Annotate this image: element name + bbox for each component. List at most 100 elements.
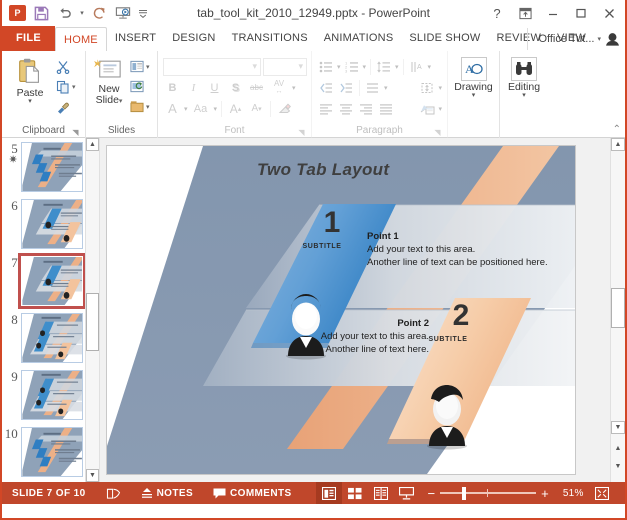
- zoom-slider[interactable]: [440, 487, 537, 500]
- text-shadow-button[interactable]: S: [226, 79, 245, 97]
- paste-button[interactable]: Paste ▾: [7, 55, 53, 105]
- increase-font-size-button[interactable]: A ▴: [226, 100, 245, 118]
- slide-thumbnail-8[interactable]: [20, 313, 83, 363]
- convert-to-smartart-button[interactable]: [418, 100, 436, 118]
- change-case-dropdown-icon[interactable]: ▾: [214, 105, 218, 113]
- line-spacing-dropdown-icon[interactable]: ▾: [395, 63, 399, 71]
- editing-dropdown-icon[interactable]: ▾: [522, 92, 526, 99]
- language-icon[interactable]: [96, 482, 131, 504]
- next-slide-icon[interactable]: ▼: [611, 459, 625, 474]
- copy-button[interactable]: ▾: [53, 77, 78, 96]
- section-dropdown-icon[interactable]: ▾: [146, 103, 150, 111]
- center-button[interactable]: [337, 100, 355, 118]
- slide-indicator[interactable]: SLIDE 7 OF 10: [2, 482, 96, 504]
- minimize-icon[interactable]: [539, 2, 567, 24]
- drawing-button[interactable]: A Drawing ▾: [453, 55, 494, 99]
- numbering-button[interactable]: 123: [343, 58, 361, 76]
- columns-dropdown-icon[interactable]: ▾: [384, 84, 388, 92]
- change-case-button[interactable]: Aa: [190, 100, 212, 118]
- clear-formatting-button[interactable]: [275, 100, 294, 118]
- align-text-dropdown-icon[interactable]: ▾: [438, 84, 442, 92]
- slide-sorter-button[interactable]: [342, 482, 368, 504]
- scroll-down-icon[interactable]: ▼: [611, 421, 625, 434]
- zoom-slider-handle[interactable]: [462, 487, 467, 500]
- zoom-in-button[interactable]: +: [541, 486, 549, 501]
- font-color-dropdown-icon[interactable]: ▾: [184, 105, 188, 113]
- collapse-ribbon-button[interactable]: ⌃: [613, 124, 621, 135]
- bold-button[interactable]: B: [163, 79, 182, 97]
- font-dialog-launcher[interactable]: ◥: [297, 128, 306, 137]
- tab-home[interactable]: HOME: [55, 27, 107, 52]
- format-painter-button[interactable]: [53, 97, 78, 116]
- slide-editing-surface[interactable]: Two Tab Layout 1 SUBTITLE 2 SUBTITLE Poi…: [106, 145, 576, 475]
- font-name-input[interactable]: ▾: [163, 57, 261, 76]
- strikethrough-button[interactable]: abc: [247, 79, 266, 97]
- slide-thumbnail-5[interactable]: [20, 142, 83, 192]
- slide-thumbnail-6[interactable]: [20, 199, 83, 249]
- scroll-thumb[interactable]: [611, 288, 625, 328]
- character-spacing-dropdown-icon[interactable]: ▾: [292, 84, 296, 92]
- clipboard-dialog-launcher[interactable]: ◥: [71, 128, 80, 137]
- editing-button[interactable]: Editing ▾: [505, 55, 543, 99]
- columns-button[interactable]: [364, 79, 382, 97]
- layout-dropdown-icon[interactable]: ▾: [146, 63, 150, 71]
- undo-dropdown-icon[interactable]: ▾: [78, 3, 86, 23]
- tab-file[interactable]: FILE: [2, 26, 56, 51]
- thumbnails-scroll-down-icon[interactable]: ▼: [86, 469, 99, 482]
- save-icon[interactable]: [30, 3, 52, 23]
- tab-slide-show[interactable]: SLIDE SHOW: [401, 26, 488, 51]
- tab-design[interactable]: DESIGN: [164, 26, 223, 51]
- new-slide-button[interactable]: New Slide▾: [91, 55, 127, 107]
- thumbnails-scrollbar[interactable]: ▲ ▼: [85, 138, 99, 482]
- italic-button[interactable]: I: [184, 79, 203, 97]
- bullets-dropdown-icon[interactable]: ▾: [337, 63, 341, 71]
- layout-button[interactable]: ▾: [127, 57, 152, 76]
- character-spacing-button[interactable]: AV ↔: [268, 79, 290, 97]
- drawing-dropdown-icon[interactable]: ▾: [472, 92, 476, 99]
- cut-button[interactable]: [53, 57, 78, 76]
- copy-dropdown-icon[interactable]: ▾: [72, 83, 76, 91]
- comments-button[interactable]: COMMENTS: [203, 482, 302, 504]
- slide-thumbnail-9[interactable]: [20, 370, 83, 420]
- reading-view-button[interactable]: [368, 482, 394, 504]
- numbering-dropdown-icon[interactable]: ▾: [363, 63, 367, 71]
- decrease-indent-button[interactable]: [317, 79, 335, 97]
- increase-indent-button[interactable]: [337, 79, 355, 97]
- undo-icon[interactable]: [54, 3, 76, 23]
- text-direction-dropdown-icon[interactable]: ▾: [428, 63, 432, 71]
- customize-qat-icon[interactable]: [136, 3, 150, 23]
- tab-insert[interactable]: INSERT: [107, 26, 164, 51]
- previous-slide-icon[interactable]: ▲: [611, 441, 625, 456]
- paragraph-dialog-launcher[interactable]: ◥: [433, 128, 442, 137]
- align-left-button[interactable]: [317, 100, 335, 118]
- smartart-dropdown-icon[interactable]: ▾: [438, 105, 442, 113]
- thumbnails-scroll-thumb[interactable]: [86, 293, 99, 351]
- slide-show-button[interactable]: [394, 482, 420, 504]
- notes-button[interactable]: NOTES: [131, 482, 203, 504]
- slide-thumbnail-7[interactable]: [17, 253, 87, 309]
- normal-view-button[interactable]: [315, 482, 342, 504]
- start-slideshow-icon[interactable]: [112, 3, 134, 23]
- line-spacing-button[interactable]: [375, 58, 393, 76]
- maximize-icon[interactable]: [567, 2, 595, 24]
- fit-slide-icon[interactable]: [594, 486, 609, 500]
- account-menu[interactable]: Office Tut... ▾: [527, 28, 621, 50]
- text-direction-button[interactable]: A: [408, 58, 426, 76]
- slide-thumbnail-10[interactable]: [20, 427, 83, 477]
- slide-vertical-scrollbar[interactable]: ▲ ▼ ▲ ▼: [610, 138, 625, 482]
- align-right-button[interactable]: [357, 100, 375, 118]
- decrease-font-size-button[interactable]: A ▾: [247, 100, 266, 118]
- close-icon[interactable]: [595, 2, 623, 24]
- font-color-button[interactable]: A: [163, 100, 182, 118]
- paste-dropdown-icon[interactable]: ▾: [28, 98, 32, 105]
- reset-button[interactable]: [127, 77, 152, 96]
- thumbnails-scroll-up-icon[interactable]: ▲: [86, 138, 99, 151]
- zoom-out-button[interactable]: −: [428, 486, 436, 501]
- tab-transitions[interactable]: TRANSITIONS: [224, 26, 316, 51]
- bullets-button[interactable]: [317, 58, 335, 76]
- tab-animations[interactable]: ANIMATIONS: [316, 26, 402, 51]
- scroll-up-icon[interactable]: ▲: [611, 138, 625, 151]
- align-text-button[interactable]: [418, 79, 436, 97]
- underline-button[interactable]: U: [205, 79, 224, 97]
- ribbon-display-options-icon[interactable]: [511, 2, 539, 24]
